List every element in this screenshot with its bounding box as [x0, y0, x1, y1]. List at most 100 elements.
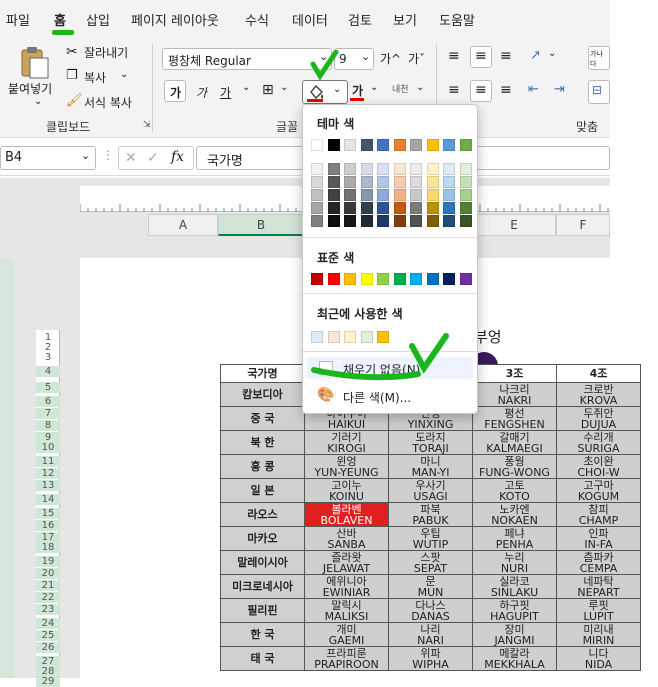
menu-formulas[interactable]: 수식 [245, 10, 269, 29]
theme-shade-swatch[interactable] [360, 215, 373, 227]
copy-icon[interactable]: ❐ [66, 68, 78, 83]
theme-shade-swatch[interactable] [311, 189, 323, 201]
typhoon-name-cell[interactable]: 나크리 NAKRI [472, 382, 557, 407]
country-cell[interactable]: 캄보디아 [220, 382, 305, 407]
italic-button[interactable]: 가 [196, 84, 207, 101]
standard-color-swatch[interactable] [443, 273, 455, 285]
theme-color-swatch[interactable] [311, 139, 323, 151]
row-header-13[interactable]: 13 [36, 480, 60, 491]
theme-shade-swatch[interactable] [344, 189, 356, 201]
theme-color-swatch[interactable] [459, 139, 472, 151]
standard-color-swatch[interactable] [327, 273, 340, 285]
typhoon-name-cell[interactable]: 스팟 SEPAT [388, 550, 473, 575]
fill-color-button[interactable]: ⌄ [302, 80, 348, 104]
align-middle-button[interactable]: ≡ [470, 46, 492, 68]
theme-shade-swatch[interactable] [393, 202, 406, 214]
menu-file[interactable]: 파일 [6, 10, 30, 29]
wrap-text-button[interactable]: 가나 다 [588, 46, 610, 70]
typhoon-name-cell[interactable]: 노카엔 NOKAEN [472, 502, 557, 527]
typhoon-name-cell[interactable]: 볼라벤 BOLAVEN [304, 502, 389, 527]
theme-shade-swatch[interactable] [311, 176, 323, 188]
theme-color-swatch[interactable] [410, 139, 422, 151]
more-colors-item[interactable]: 🎨 다른 색(M)... [307, 385, 473, 407]
row-header-15[interactable]: 15 [36, 508, 60, 519]
typhoon-name-cell[interactable]: 우사기 USAGI [388, 478, 473, 503]
row-header-22[interactable]: 22 [36, 592, 60, 603]
row-header-6[interactable]: 6 [36, 396, 60, 407]
underline-chevron-icon[interactable]: ⌄ [242, 82, 250, 93]
row-header-23[interactable]: 23 [36, 604, 60, 615]
country-cell[interactable]: 중 국 [220, 406, 305, 431]
row-header-21[interactable]: 21 [36, 580, 60, 591]
theme-color-swatch[interactable] [426, 139, 439, 151]
theme-shade-swatch[interactable] [327, 163, 340, 175]
theme-shade-swatch[interactable] [426, 163, 439, 175]
row-header-11[interactable]: 11 [36, 456, 60, 467]
country-cell[interactable]: 라오스 [220, 502, 305, 527]
standard-color-swatch[interactable] [426, 273, 439, 285]
paste-label[interactable]: 붙여넣기 [8, 80, 52, 97]
country-cell[interactable]: 태 국 [220, 646, 305, 671]
theme-shade-swatch[interactable] [426, 176, 439, 188]
typhoon-name-cell[interactable]: 말릭시 MALIKSI [304, 598, 389, 623]
standard-color-swatch[interactable] [459, 273, 472, 285]
typhoon-name-cell[interactable]: 인파 IN-FA [556, 526, 641, 551]
theme-color-swatch[interactable] [393, 139, 406, 151]
row-header-8[interactable]: 8 [36, 420, 60, 431]
increase-indent-icon[interactable]: ⇥ [554, 82, 565, 97]
country-cell[interactable]: 일 본 [220, 478, 305, 503]
menu-insert[interactable]: 삽입 [86, 10, 110, 29]
row-header-24[interactable]: 24 [36, 618, 60, 629]
phonetic-chevron-icon[interactable]: ⌄ [416, 82, 424, 93]
typhoon-name-cell[interactable]: 우팁 WUTIP [388, 526, 473, 551]
theme-shade-swatch[interactable] [410, 176, 422, 188]
orientation-icon[interactable]: ↗ [530, 48, 541, 63]
copy-label[interactable]: 복사 [84, 69, 106, 86]
theme-shade-swatch[interactable] [410, 163, 422, 175]
typhoon-name-cell[interactable]: 도라지 TORAJI [388, 430, 473, 455]
typhoon-name-cell[interactable]: 고토 KOTO [472, 478, 557, 503]
menu-page-layout[interactable]: 페이지 레이아웃 [131, 10, 219, 29]
row-header-4[interactable]: 4 [36, 366, 60, 377]
theme-shade-swatch[interactable] [327, 202, 340, 214]
typhoon-name-cell[interactable]: 두쥐안 DUJUA [556, 406, 641, 431]
align-left-icon[interactable]: ≡ [448, 82, 460, 98]
theme-shade-swatch[interactable] [360, 163, 373, 175]
theme-shade-swatch[interactable] [377, 189, 389, 201]
theme-shade-swatch[interactable] [459, 176, 472, 188]
typhoon-name-cell[interactable]: 문 MUN [388, 574, 473, 599]
typhoon-name-cell[interactable]: 메칼라 MEKKHALA [472, 646, 557, 671]
theme-shade-swatch[interactable] [459, 189, 472, 201]
country-cell[interactable]: 미크로네시아 [220, 574, 305, 599]
cut-label[interactable]: 잘라내기 [84, 44, 128, 61]
menu-review[interactable]: 검토 [348, 10, 372, 29]
standard-color-swatch[interactable] [393, 273, 406, 285]
underline-button[interactable]: 가 [220, 84, 231, 101]
clipboard-launcher-icon[interactable]: ⇲ [143, 120, 151, 130]
theme-shade-swatch[interactable] [327, 176, 340, 188]
row-header-25[interactable]: 25 [36, 630, 60, 641]
theme-shade-swatch[interactable] [443, 215, 455, 227]
row-header-5[interactable]: 5 [36, 382, 60, 393]
theme-shade-swatch[interactable] [377, 202, 389, 214]
column-header-f[interactable]: F [556, 214, 610, 236]
typhoon-name-cell[interactable]: 네파탁 NEPART [556, 574, 641, 599]
typhoon-name-cell[interactable]: 크로반 KROVA [556, 382, 641, 407]
country-cell[interactable]: 북 한 [220, 430, 305, 455]
typhoon-name-cell[interactable]: 고이누 KOINU [304, 478, 389, 503]
typhoon-name-cell[interactable]: 츰파카 CEMPA [556, 550, 641, 575]
country-cell[interactable]: 필리핀 [220, 598, 305, 623]
typhoon-name-cell[interactable]: 갈매기 KALMAEGI [472, 430, 557, 455]
typhoon-name-cell[interactable]: 장미 JANGMI [472, 622, 557, 647]
typhoon-name-cell[interactable]: 수리개 SURIGA [556, 430, 641, 455]
row-header-10[interactable]: 10 [36, 442, 60, 453]
row-header-14[interactable]: 14 [36, 494, 60, 505]
typhoon-name-cell[interactable]: 에위니아 EWINIAR [304, 574, 389, 599]
typhoon-name-cell[interactable]: 평선 FENGSHEN [472, 406, 557, 431]
row-header-19[interactable]: 19 [36, 556, 60, 567]
typhoon-name-cell[interactable]: 즐라왓 JELAWAT [304, 550, 389, 575]
theme-shade-swatch[interactable] [344, 215, 356, 227]
theme-shade-swatch[interactable] [443, 189, 455, 201]
font-name-select[interactable]: 평창체 Regular ⌄ [162, 48, 332, 70]
theme-shade-swatch[interactable] [459, 202, 472, 214]
